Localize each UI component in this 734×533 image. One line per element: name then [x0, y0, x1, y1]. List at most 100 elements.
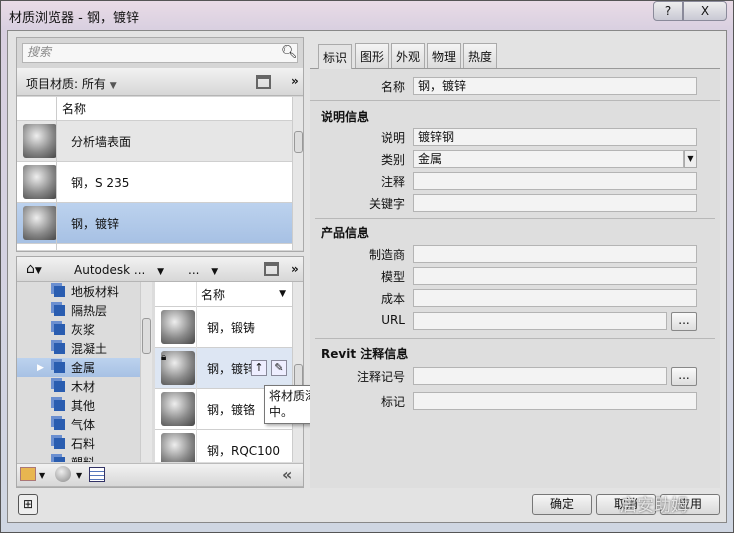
chevron-down-icon: ▼ — [109, 81, 117, 91]
more-button[interactable]: » — [291, 262, 299, 276]
tab-graphics[interactable]: 图形 — [355, 43, 390, 68]
chevron-down-icon[interactable]: ▼ — [76, 471, 82, 480]
help-button[interactable]: ? — [653, 1, 683, 21]
chevron-down-icon[interactable]: ▼ — [684, 150, 697, 168]
tab-physical[interactable]: 物理 — [427, 43, 462, 68]
library-tree: 地板材料 隔热层 灰浆 混凝土 ▶ 金属 木材 其他 气体 石料 塑料 — [17, 282, 140, 462]
sort-down-icon[interactable]: ▼ — [279, 289, 286, 299]
tree-item-selected[interactable]: ▶ 金属 — [17, 358, 140, 377]
keyword-field[interactable] — [413, 194, 697, 212]
tree-label: 塑料 — [71, 454, 95, 462]
collapse-button[interactable]: « — [282, 465, 292, 484]
model-field[interactable] — [413, 267, 697, 285]
tree-label: 地板材料 — [71, 285, 120, 299]
list-item[interactable]: 分析墙表面 — [17, 121, 292, 162]
scrollbar-thumb[interactable] — [294, 131, 303, 153]
project-list-scrollbar[interactable] — [292, 97, 303, 250]
keynote-browse-button[interactable]: ... — [671, 367, 697, 386]
divider — [310, 100, 720, 101]
url-label: URL — [381, 313, 405, 327]
toggle-library-icon[interactable]: ⊞ — [18, 494, 38, 515]
tree-item[interactable]: 石料 — [17, 434, 140, 453]
material-thumbnail — [161, 392, 195, 426]
tree-item[interactable]: 地板材料 — [17, 282, 140, 301]
description-field[interactable]: 镀锌钢 — [413, 128, 697, 146]
view-toggle-icon[interactable] — [264, 262, 279, 276]
tree-item[interactable]: 混凝土 — [17, 339, 140, 358]
comment-label: 注释 — [380, 175, 405, 189]
close-button[interactable]: X — [683, 1, 727, 21]
list-item[interactable]: 钢，锻铸 — [155, 307, 292, 348]
tree-item[interactable]: 木材 — [17, 377, 140, 396]
url-field[interactable] — [413, 312, 667, 330]
cost-label: 成本 — [380, 292, 405, 306]
list-item[interactable]: 钢，S 235 — [17, 162, 292, 203]
asset-browser-icon[interactable] — [89, 467, 105, 482]
list-item-selected[interactable]: 钢，镀锌 — [17, 203, 292, 244]
section-description: 说明信息 — [321, 110, 370, 124]
chevron-down-icon[interactable]: ▼ — [39, 471, 45, 480]
breadcrumb-category[interactable]: ... ▼ — [188, 263, 218, 277]
breadcrumb-label: ... — [188, 263, 200, 277]
library-list-scrollbar[interactable] — [292, 282, 303, 462]
mark-field[interactable] — [413, 392, 697, 410]
scrollbar-thumb[interactable] — [142, 318, 151, 354]
keynote-field[interactable] — [413, 367, 667, 385]
item-name: 钢，S 235 — [71, 175, 130, 190]
project-filter-dropdown[interactable]: 项目材质: 所有 ▼ — [26, 75, 117, 92]
name-field[interactable]: 钢，镀锌 — [413, 77, 697, 95]
divider — [315, 338, 715, 339]
tree-label: 灰浆 — [71, 323, 96, 337]
url-browse-button[interactable]: ... — [671, 312, 697, 331]
material-thumbnail — [161, 433, 195, 462]
edit-material-icon[interactable]: ✎ — [271, 360, 287, 376]
description-label: 说明 — [380, 131, 405, 145]
tree-scrollbar[interactable] — [140, 282, 152, 462]
tree-item[interactable]: 隔热层 — [17, 301, 140, 320]
column-divider — [56, 97, 57, 250]
list-header: 名称 — [17, 97, 292, 121]
list-header: 名称 ▼ — [155, 282, 292, 307]
divider — [315, 218, 715, 219]
search-input[interactable]: 搜索 — [22, 43, 298, 63]
section-revit-annotation: Revit 注释信息 — [321, 347, 409, 361]
column-name-header[interactable]: 名称 — [62, 100, 86, 117]
home-icon[interactable]: ⌂▼ — [26, 261, 42, 277]
column-name-header[interactable]: 名称 — [201, 286, 225, 303]
tab-appearance[interactable]: 外观 — [391, 43, 426, 68]
create-material-icon[interactable] — [55, 466, 71, 482]
comment-field[interactable] — [413, 172, 697, 190]
item-name: 钢，RQC100 — [207, 443, 281, 458]
section-product: 产品信息 — [321, 226, 370, 240]
item-name: 分析墙表面 — [71, 134, 132, 149]
tree-label: 金属 — [71, 361, 96, 375]
window-title: 材质浏览器 - 钢，镀锌 — [9, 11, 139, 26]
manufacturer-field[interactable] — [413, 245, 697, 263]
cost-field[interactable] — [413, 289, 697, 307]
column-divider — [196, 282, 197, 462]
search-icon[interactable]: 🔍︎ — [281, 45, 298, 60]
project-material-list: 名称 分析墙表面 钢，S 235 钢，镀锌 — [17, 97, 292, 250]
material-thumbnail — [23, 206, 57, 240]
add-to-document-icon[interactable]: ↑ — [251, 360, 267, 376]
tab-thermal[interactable]: 热度 — [463, 43, 498, 68]
tree-item[interactable]: 塑料 — [17, 453, 140, 462]
tree-label: 气体 — [71, 418, 96, 432]
ok-button[interactable]: 确定 — [532, 494, 592, 515]
breadcrumb-library[interactable]: Autodesk ... ▼ — [74, 263, 164, 277]
tree-item[interactable]: 灰浆 — [17, 320, 140, 339]
more-button[interactable]: » — [291, 74, 299, 88]
list-item[interactable]: 钢，RQC100 — [155, 430, 292, 462]
model-label: 模型 — [380, 270, 405, 284]
keyword-label: 关键字 — [368, 197, 405, 211]
tree-item[interactable]: 气体 — [17, 415, 140, 434]
tree-item[interactable]: 其他 — [17, 396, 140, 415]
list-item-hover[interactable]: 钢，镀锌 🔒︎ ↑ ✎ — [155, 348, 292, 389]
category-select[interactable]: 金属 — [413, 150, 684, 168]
library-folder-icon[interactable] — [20, 467, 36, 481]
view-toggle-icon[interactable] — [256, 75, 271, 89]
library-material-list: 名称 ▼ 钢，锻铸 钢，镀锌 🔒︎ ↑ ✎ 钢，镀铬 钢，RQC100 — [155, 282, 292, 462]
expand-arrow-icon[interactable]: ▶ — [37, 363, 51, 373]
tree-label: 木材 — [71, 380, 96, 394]
tab-identity[interactable]: 标识 — [318, 44, 353, 69]
